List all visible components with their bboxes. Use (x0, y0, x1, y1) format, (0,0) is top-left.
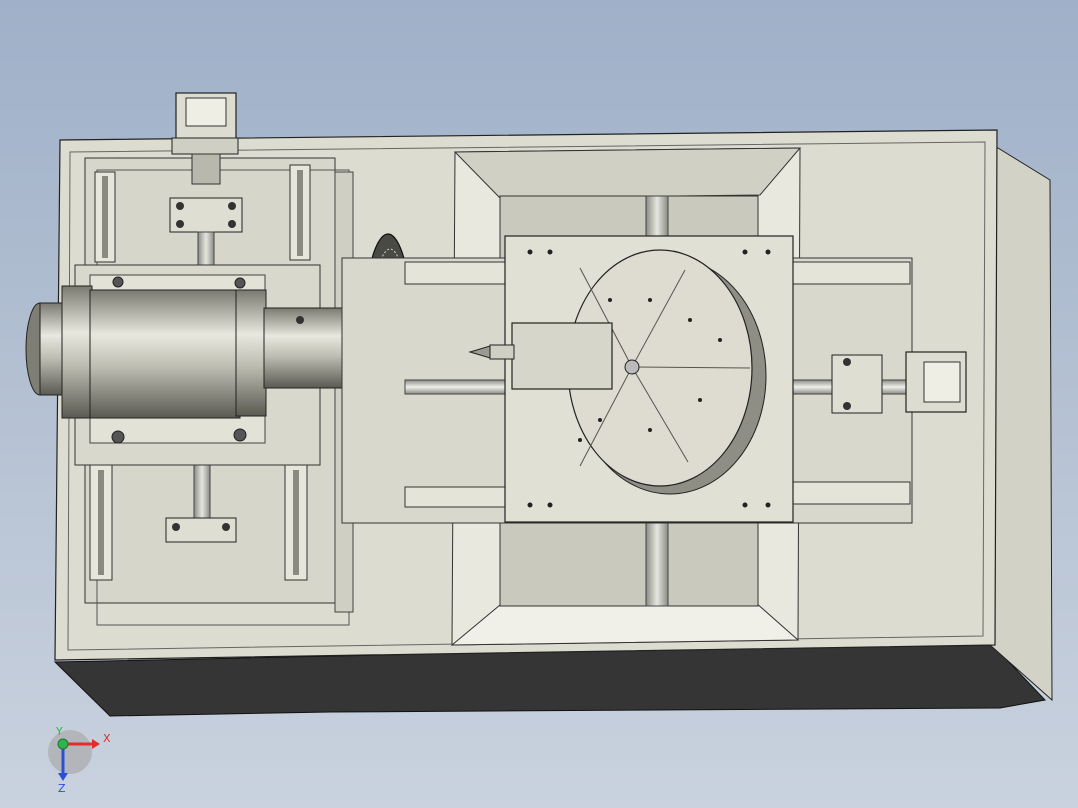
axis-triad-icon[interactable]: X Y Z (48, 725, 111, 795)
x-axis-label: X (103, 732, 111, 745)
y-axis-label: Y (55, 725, 63, 738)
y-axis-dot (57, 738, 69, 750)
z-axis-label: Z (58, 782, 66, 795)
rotary-table (468, 235, 794, 523)
cad-viewport[interactable]: X Y Z (0, 0, 1078, 808)
